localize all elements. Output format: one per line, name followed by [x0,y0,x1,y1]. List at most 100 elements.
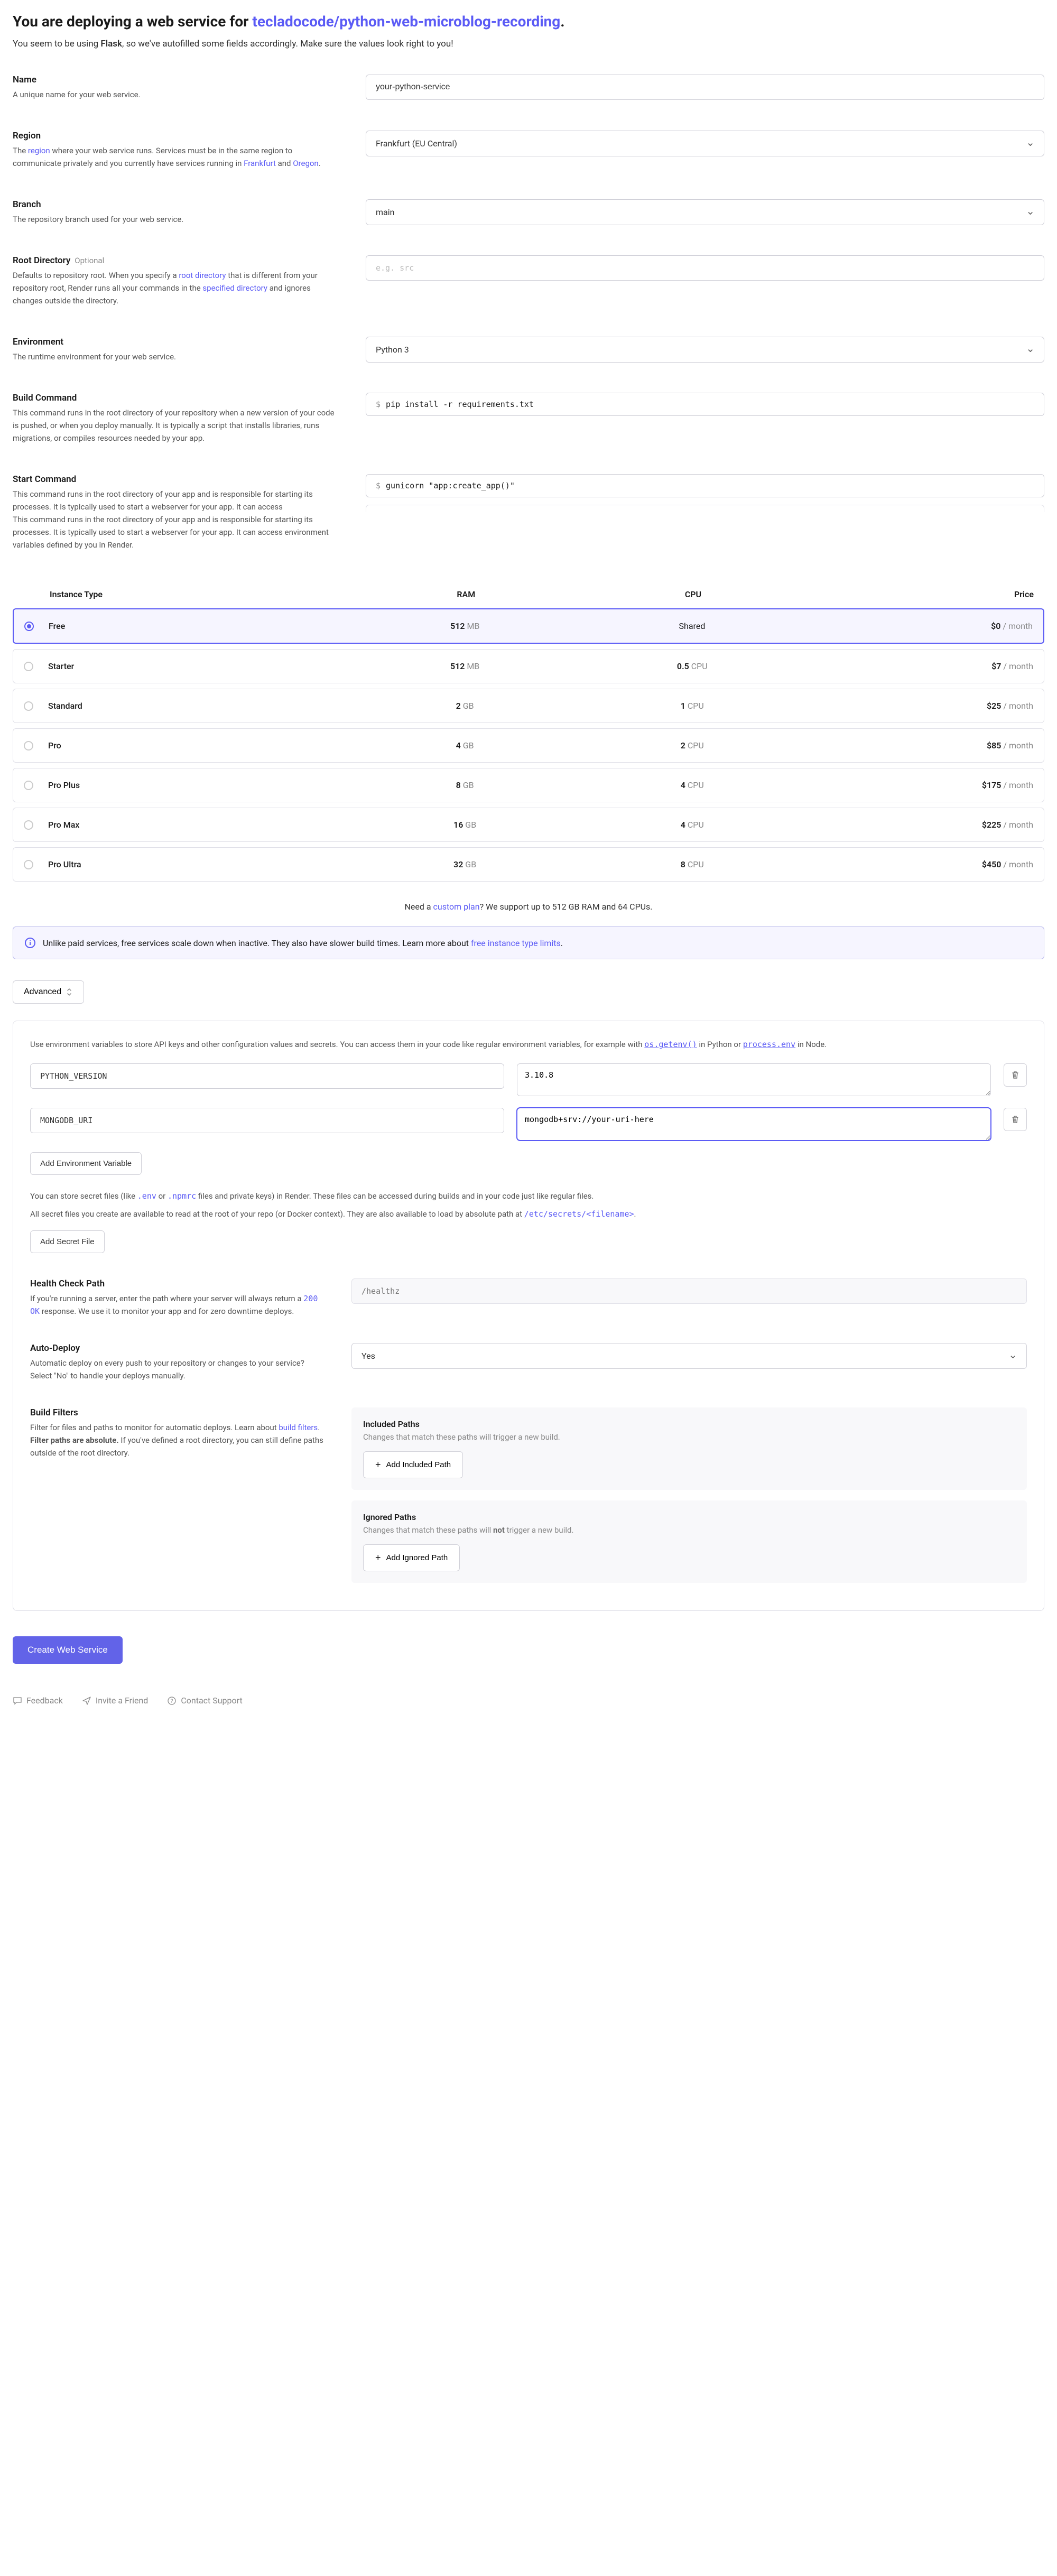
instance-price: $7 / month [806,661,1033,671]
instance-price: $225 / month [806,820,1033,830]
instance-ram: 2 GB [351,701,579,711]
included-title: Included Paths [363,1419,1015,1429]
add-included-path-button[interactable]: Add Included Path [363,1451,463,1478]
env-desc: The runtime environment for your web ser… [13,350,340,363]
instance-row-pro-max[interactable]: Pro Max16 GB4 CPU$225 / month [13,808,1044,842]
add-secret-file-button[interactable]: Add Secret File [30,1230,105,1253]
start-desc2: This command runs in the root directory … [13,513,340,551]
autodeploy-select[interactable]: Yes [351,1343,1027,1369]
instance-row-pro-ultra[interactable]: Pro Ultra32 GB8 CPU$450 / month [13,847,1044,882]
region-select[interactable]: Frankfurt (EU Central) [366,131,1044,156]
instance-cpu: 4 CPU [579,780,806,790]
repo-link[interactable]: tecladocode/python-web-microblog-recordi… [252,13,560,30]
trash-icon [1010,1115,1020,1124]
branch-select[interactable]: main [366,199,1044,225]
radio-icon [24,741,33,750]
root-desc: Defaults to repository root. When you sp… [13,269,340,307]
instance-cpu: 8 CPU [579,859,806,869]
ignored-paths-panel: Ignored Paths Changes that match these p… [351,1500,1027,1583]
paper-plane-icon [82,1696,91,1706]
instance-ram: 4 GB [351,740,579,750]
delete-env-var-button[interactable] [1004,1108,1027,1131]
advanced-panel: Use environment variables to store API k… [13,1021,1044,1611]
branch-label: Branch [13,199,340,210]
feedback-link[interactable]: Feedback [13,1695,63,1706]
add-env-var-button[interactable]: Add Environment Variable [30,1152,142,1175]
filters-desc: Filter for files and paths to monitor fo… [30,1421,326,1459]
radio-icon [24,781,33,790]
instance-name: Free [49,621,351,631]
build-desc: This command runs in the root directory … [13,406,340,444]
secret-intro-2: All secret files you create are availabl… [30,1208,1027,1221]
instance-row-pro-plus[interactable]: Pro Plus8 GB4 CPU$175 / month [13,768,1044,802]
root-input[interactable] [366,255,1044,281]
env-intro: Use environment variables to store API k… [30,1038,1027,1051]
radio-icon [24,622,34,631]
instance-cpu: 4 CPU [579,820,806,830]
env-value-input[interactable]: mongodb+srv://your-uri-here [517,1108,991,1141]
free-limits-link[interactable]: free instance type limits [471,938,561,948]
radio-icon [24,701,33,711]
radio-icon [24,860,33,869]
instance-row-starter[interactable]: Starter512 MB0.5 CPU$7 / month [13,649,1044,683]
create-web-service-button[interactable]: Create Web Service [13,1636,123,1664]
env-label: Environment [13,337,340,347]
invite-link[interactable]: Invite a Friend [82,1695,148,1706]
free-tier-banner: i Unlike paid services, free services sc… [13,926,1044,959]
instance-name: Starter [48,661,351,671]
instance-row-free[interactable]: Free512 MBShared$0 / month [13,608,1044,644]
support-link[interactable]: ? Contact Support [167,1695,242,1706]
help-icon: ? [167,1696,177,1706]
branch-desc: The repository branch used for your web … [13,213,340,226]
instance-row-pro[interactable]: Pro4 GB2 CPU$85 / month [13,728,1044,763]
footer: Feedback Invite a Friend ? Contact Suppo… [13,1685,1044,1706]
instance-cpu: 1 CPU [579,701,806,711]
autodeploy-desc: Automatic deploy on every push to your r… [30,1357,326,1382]
radio-icon [24,820,33,830]
env-key-input[interactable] [30,1063,504,1089]
start-label: Start Command [13,474,340,485]
svg-text:?: ? [171,1699,173,1704]
name-input[interactable] [366,75,1044,100]
instance-cpu: 2 CPU [579,740,806,750]
instance-price: $0 / month [805,621,1033,631]
ignored-desc: Changes that match these paths will not … [363,1525,1015,1535]
custom-plan-link[interactable]: custom plan [433,902,480,912]
instance-ram: 32 GB [351,859,579,869]
health-input[interactable] [351,1278,1027,1304]
info-icon: i [25,938,35,948]
instance-price: $25 / month [806,701,1033,711]
filters-label: Build Filters [30,1407,326,1418]
build-input[interactable]: $pip install -r requirements.txt [366,393,1044,416]
included-paths-panel: Included Paths Changes that match these … [351,1407,1027,1490]
env-select[interactable]: Python 3 [366,337,1044,363]
instance-price: $85 / month [806,740,1033,750]
collapse-icon [66,988,73,996]
delete-env-var-button[interactable] [1004,1063,1027,1087]
region-desc: The region where your web service runs. … [13,144,340,170]
radio-icon [24,662,33,671]
custom-plan-text: Need a custom plan? We support up to 512… [13,887,1044,926]
advanced-toggle[interactable]: Advanced [13,980,84,1004]
name-label: Name [13,75,340,85]
env-value-input[interactable]: 3.10.8 [517,1063,991,1096]
secret-intro-1: You can store secret files (like .env or… [30,1190,1027,1203]
instance-name: Standard [48,701,351,711]
instance-name: Pro Ultra [48,859,351,869]
health-desc: If you're running a server, enter the pa… [30,1292,326,1318]
start-input[interactable]: $gunicorn "app:create_app()" [366,474,1044,497]
env-var-row: mongodb+srv://your-uri-here [30,1108,1027,1143]
start-desc: This command runs in the root directory … [13,488,340,513]
included-desc: Changes that match these paths will trig… [363,1432,1015,1442]
page-subtitle: You seem to be using Flask, so we've aut… [13,39,1044,49]
ignored-title: Ignored Paths [363,1512,1015,1522]
health-label: Health Check Path [30,1278,326,1289]
instance-price: $175 / month [806,780,1033,790]
build-label: Build Command [13,393,340,403]
instance-ram: 16 GB [351,820,579,830]
instance-ram: 512 MB [351,621,579,631]
env-key-input[interactable] [30,1108,504,1133]
instance-row-standard[interactable]: Standard2 GB1 CPU$25 / month [13,689,1044,723]
add-ignored-path-button[interactable]: Add Ignored Path [363,1544,460,1571]
name-desc: A unique name for your web service. [13,88,340,101]
